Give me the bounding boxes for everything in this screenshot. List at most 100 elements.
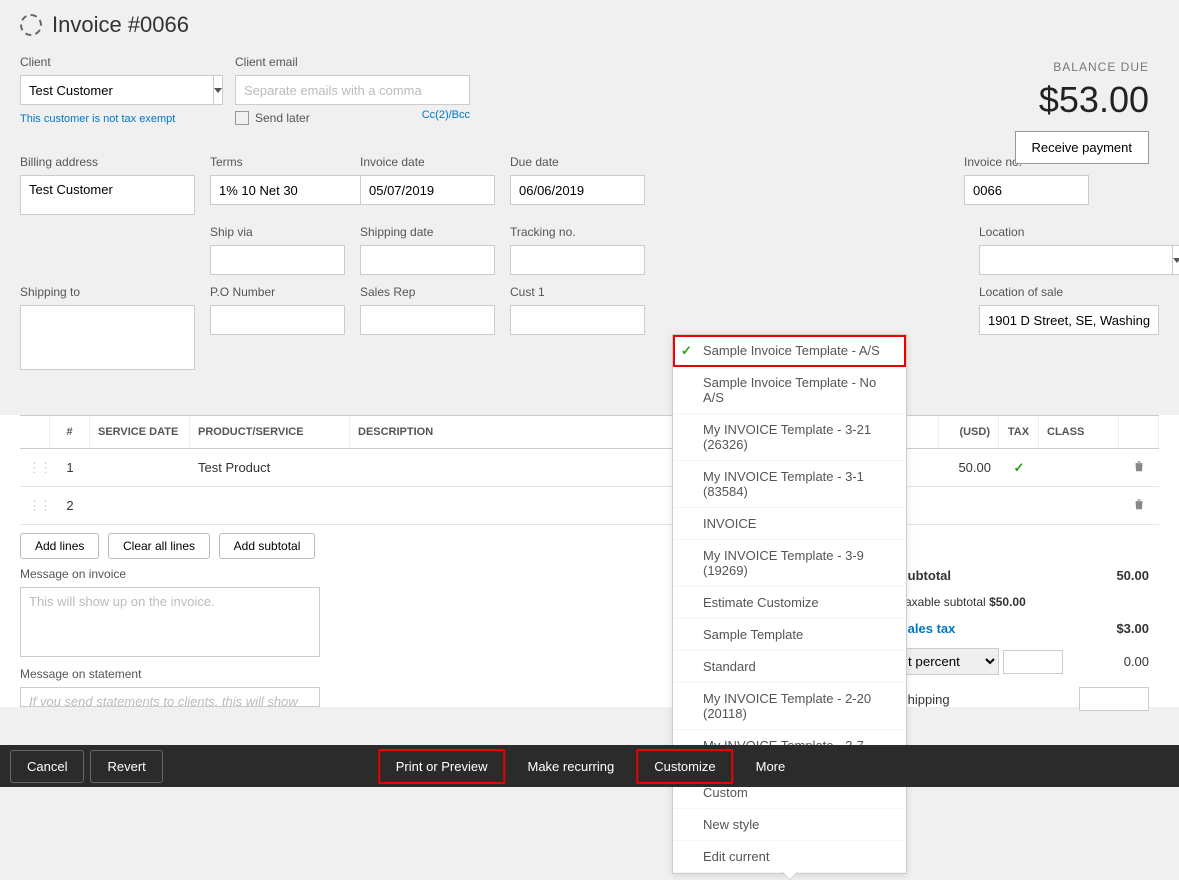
shipping-date-input[interactable]	[360, 245, 495, 275]
shipping-to-label: Shipping to	[20, 285, 195, 299]
row-product[interactable]: Test Product	[190, 452, 350, 483]
message-invoice-input[interactable]	[20, 587, 320, 657]
client-select[interactable]	[20, 75, 213, 105]
template-option[interactable]: Estimate Customize	[673, 587, 906, 619]
cancel-button[interactable]: Cancel	[10, 750, 84, 783]
tax-exempt-note[interactable]: This customer is not tax exempt	[20, 113, 220, 125]
customize-button[interactable]: Customize	[636, 749, 733, 784]
shipping-date-label: Shipping date	[360, 225, 495, 239]
invoice-no-input[interactable]	[964, 175, 1089, 205]
col-tax-header: TAX	[999, 416, 1039, 448]
location-dropdown-button[interactable]	[1172, 245, 1179, 275]
subtotal-value: 50.00	[1116, 568, 1149, 583]
tracking-input[interactable]	[510, 245, 645, 275]
more-button[interactable]: More	[740, 751, 802, 782]
location-label: Location	[979, 225, 1159, 239]
add-lines-button[interactable]: Add lines	[20, 533, 99, 559]
table-row[interactable]: ⋮⋮ 1 Test Product 50.00 ✓	[20, 449, 1159, 487]
drag-handle-icon[interactable]: ⋮⋮	[20, 490, 50, 522]
client-dropdown-button[interactable]	[213, 75, 223, 105]
print-preview-button[interactable]: Print or Preview	[378, 749, 506, 784]
location-select[interactable]	[979, 245, 1172, 275]
billing-address-input[interactable]: Test Customer	[20, 175, 195, 215]
sales-rep-label: Sales Rep	[360, 285, 495, 299]
client-label: Client	[20, 55, 220, 69]
col-date-header: SERVICE DATE	[90, 416, 190, 448]
col-num-header: #	[50, 416, 90, 448]
message-statement-input[interactable]	[20, 687, 320, 707]
row-product[interactable]	[190, 498, 350, 514]
row-date[interactable]	[90, 498, 190, 514]
template-option[interactable]: My INVOICE Template - 2-20 (20118)	[673, 683, 906, 730]
drag-handle-icon[interactable]: ⋮⋮	[20, 452, 50, 484]
message-statement-label: Message on statement	[20, 667, 320, 681]
discount-percent-input[interactable]	[1003, 650, 1063, 674]
shipping-input[interactable]	[1079, 687, 1149, 711]
chevron-down-icon	[214, 88, 222, 93]
template-option[interactable]: INVOICE	[673, 508, 906, 540]
invoice-icon	[20, 14, 42, 36]
line-items-header: # SERVICE DATE PRODUCT/SERVICE DESCRIPTI…	[20, 415, 1159, 449]
row-amount[interactable]: 50.00	[939, 452, 999, 483]
cust1-label: Cust 1	[510, 285, 645, 299]
row-tax[interactable]	[999, 498, 1039, 514]
template-option[interactable]: My INVOICE Template - 3-9 (19269)	[673, 540, 906, 587]
table-row[interactable]: ⋮⋮ 2	[20, 487, 1159, 525]
row-num: 1	[50, 452, 90, 483]
invoice-date-label: Invoice date	[360, 155, 495, 169]
clear-all-lines-button[interactable]: Clear all lines	[108, 533, 210, 559]
receive-payment-button[interactable]: Receive payment	[1015, 131, 1149, 164]
taxable-subtotal-label: Taxable subtotal $50.00	[899, 595, 1026, 609]
message-invoice-label: Message on invoice	[20, 567, 320, 581]
page-title: Invoice #0066	[52, 12, 189, 38]
shipping-to-input[interactable]	[20, 305, 195, 370]
revert-button[interactable]: Revert	[90, 750, 162, 783]
delete-row-button[interactable]	[1119, 451, 1159, 484]
make-recurring-button[interactable]: Make recurring	[512, 751, 631, 782]
discount-value: 0.00	[1124, 654, 1149, 669]
send-later-checkbox[interactable]	[235, 111, 249, 125]
template-option[interactable]: Standard	[673, 651, 906, 683]
billing-label: Billing address	[20, 155, 195, 169]
location-sale-label: Location of sale	[979, 285, 1159, 299]
tracking-label: Tracking no.	[510, 225, 645, 239]
template-option[interactable]: My INVOICE Template - 3-1 (83584)	[673, 461, 906, 508]
sales-rep-input[interactable]	[360, 305, 495, 335]
template-dropdown-menu: Sample Invoice Template - A/S Sample Inv…	[672, 334, 907, 874]
template-option[interactable]: Edit current	[673, 841, 906, 873]
row-tax[interactable]: ✓	[999, 452, 1039, 484]
ship-via-input[interactable]	[210, 245, 345, 275]
due-date-input[interactable]	[510, 175, 645, 205]
template-option[interactable]: New style	[673, 809, 906, 841]
menu-pointer-icon	[782, 872, 798, 880]
discount-percent-select[interactable]: t percent	[899, 648, 999, 675]
terms-label: Terms	[210, 155, 345, 169]
location-sale-input[interactable]	[979, 305, 1159, 335]
sales-tax-value: $3.00	[1116, 621, 1149, 636]
ship-via-label: Ship via	[210, 225, 345, 239]
col-product-header: PRODUCT/SERVICE	[190, 416, 350, 448]
row-class[interactable]	[1039, 498, 1119, 514]
balance-amount: $53.00	[1015, 79, 1149, 121]
row-amount[interactable]	[939, 498, 999, 514]
invoice-date-input[interactable]	[360, 175, 495, 205]
row-class[interactable]	[1039, 460, 1119, 476]
row-date[interactable]	[90, 460, 190, 476]
sales-tax-link[interactable]: Sales tax	[899, 621, 955, 636]
cc-bcc-link[interactable]: Cc(2)/Bcc	[422, 109, 470, 121]
template-option[interactable]: Sample Invoice Template - A/S	[673, 335, 906, 367]
cust1-input[interactable]	[510, 305, 645, 335]
footer-bar: Cancel Revert Print or Preview Make recu…	[0, 745, 1179, 787]
client-email-input[interactable]	[235, 75, 470, 105]
po-label: P.O Number	[210, 285, 345, 299]
balance-due-label: BALANCE DUE	[1015, 60, 1149, 74]
template-option[interactable]: Sample Invoice Template - No A/S	[673, 367, 906, 414]
col-class-header: CLASS	[1039, 416, 1119, 448]
client-email-label: Client email	[235, 55, 470, 69]
delete-row-button[interactable]	[1119, 489, 1159, 522]
po-input[interactable]	[210, 305, 345, 335]
template-option[interactable]: My INVOICE Template - 3-21 (26326)	[673, 414, 906, 461]
template-option[interactable]: Sample Template	[673, 619, 906, 651]
add-subtotal-button[interactable]: Add subtotal	[219, 533, 316, 559]
send-later-label: Send later	[255, 111, 310, 125]
